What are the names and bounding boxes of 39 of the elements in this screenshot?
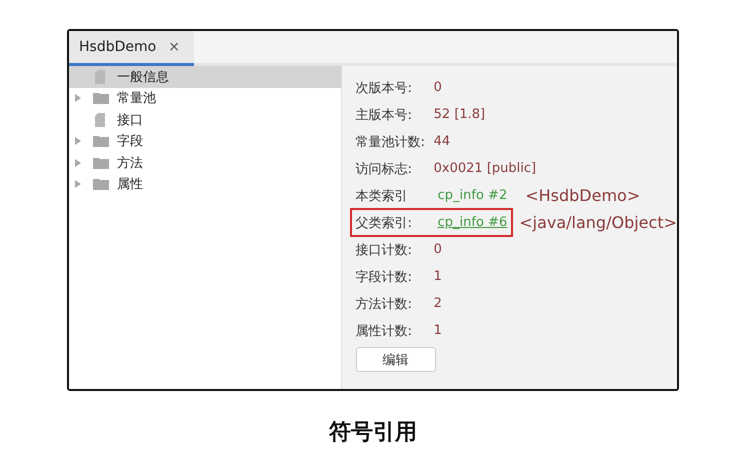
folder-icon: [93, 178, 109, 190]
field-label: 常量池计数:: [356, 134, 426, 150]
folder-icon: [93, 92, 109, 104]
field-value: 0: [434, 242, 442, 257]
field-label: 访问标志:: [356, 160, 414, 178]
field-label: 字段计数:: [356, 268, 414, 286]
tree-item[interactable]: 属性: [69, 174, 341, 195]
field-label: 本类索引: [356, 188, 409, 204]
field-label: 主版本号:: [356, 106, 414, 124]
expand-arrow-icon[interactable]: [73, 179, 83, 190]
field-value: 44: [434, 134, 450, 149]
field-value: 2: [434, 296, 442, 311]
close-icon[interactable]: ×: [168, 39, 180, 55]
tree-item[interactable]: 常量池: [69, 88, 341, 109]
expand-arrow-icon[interactable]: [73, 136, 83, 146]
field-value: 0x0021 [public]: [434, 161, 536, 176]
field-value: 1: [434, 323, 442, 338]
folder-icon: [93, 135, 109, 148]
field-label: 属性计数:: [356, 322, 414, 340]
field-value: <java/lang/Object>: [519, 213, 677, 232]
field-value: 0: [434, 80, 442, 95]
tab-label: HsdbDemo: [79, 39, 156, 55]
field-value: <HsdbDemo>: [525, 186, 640, 205]
expand-arrow-icon[interactable]: [73, 93, 83, 104]
field-label: 接口计数:: [356, 242, 414, 258]
tab[interactable]: HsdbDemo ×: [69, 31, 194, 66]
edit-button[interactable]: 编辑: [356, 347, 436, 372]
tree-item[interactable]: 接口: [69, 109, 341, 130]
caption: 符号引用: [329, 419, 417, 447]
expand-arrow-icon[interactable]: [73, 158, 83, 168]
tree-item[interactable]: 一般信息: [69, 66, 341, 88]
field-value: 1: [434, 269, 442, 284]
field-label: 方法计数:: [356, 296, 414, 312]
tree-item[interactable]: 字段: [69, 130, 341, 152]
field-label: 次版本号:: [356, 80, 414, 96]
folder-icon: [93, 156, 109, 169]
field-value: 52 [1.8]: [434, 107, 486, 122]
field-label: 父类索引:: [356, 214, 414, 232]
tree-item[interactable]: 方法: [69, 152, 341, 174]
